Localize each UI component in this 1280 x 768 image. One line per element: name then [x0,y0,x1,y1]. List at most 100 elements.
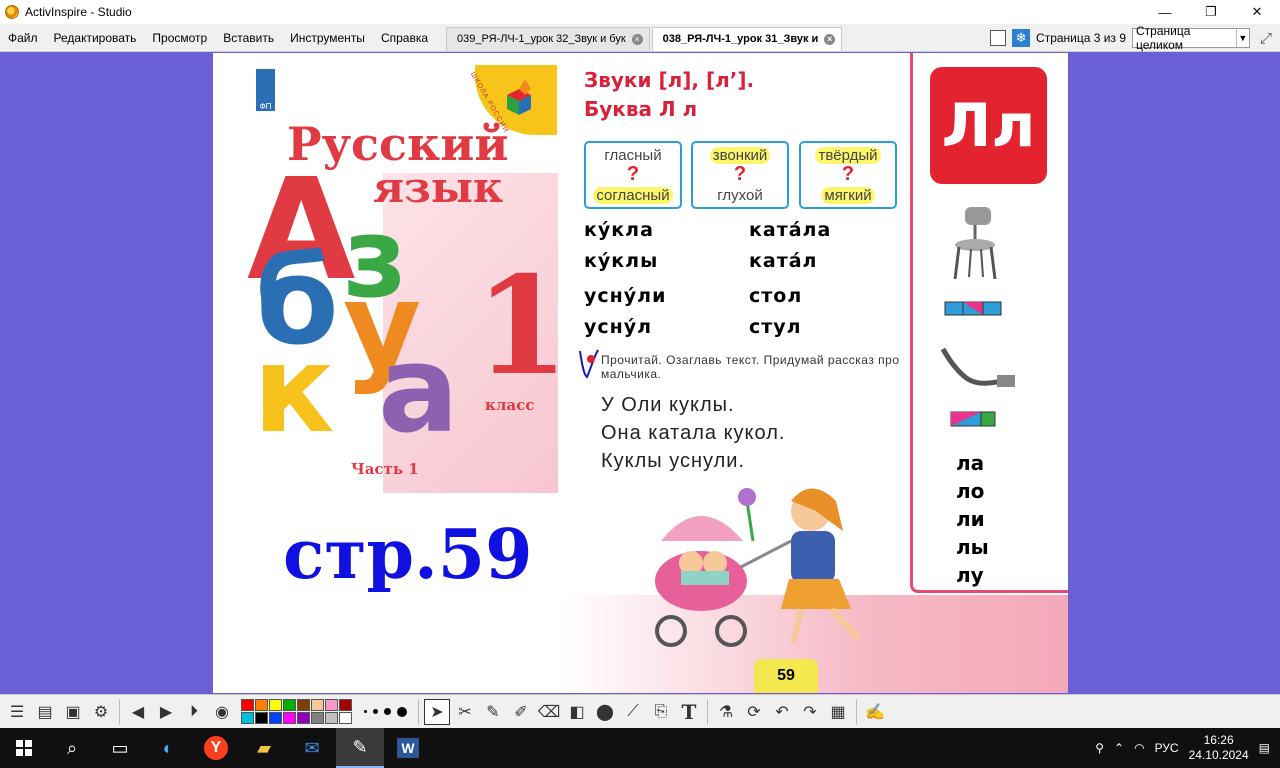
close-tab-icon[interactable]: × [631,33,643,45]
color-swatch[interactable] [339,699,352,711]
width-large-icon[interactable] [384,708,391,715]
highlighter-icon[interactable]: ✐ [508,699,534,725]
select-pointer-icon[interactable]: ➤ [424,698,450,725]
task-instruction: Прочитай. Озаглавь текст. Придумай расск… [601,353,900,381]
tab-label: 038_РЯ-ЛЧ-1_урок 31_Звук и [662,33,819,45]
close-tab-icon[interactable]: × [824,33,836,45]
tab-lesson-32[interactable]: 039_РЯ-ЛЧ-1_урок 32_Звук и бук × [446,26,650,51]
mail-icon[interactable]: ✉ [288,728,336,768]
desktop-annotate-icon[interactable]: ▣ [60,699,86,725]
color-swatch[interactable] [241,712,254,724]
chevron-up-icon[interactable]: ⌃ [1114,741,1124,755]
word-icon[interactable]: W [384,728,432,768]
tools-icon[interactable]: ✂ [452,699,478,725]
menu-view[interactable]: Просмотр [144,24,215,52]
zoom-select[interactable]: Страница целиком ▼ [1132,24,1250,52]
shape-icon[interactable]: ⬤ [592,699,618,725]
syllable: ла [956,451,985,475]
customize-toolbox-icon[interactable]: ✍ [862,699,888,725]
file-explorer-icon[interactable]: ▰ [240,728,288,768]
text-icon[interactable]: T [676,699,702,725]
previous-page-icon[interactable]: ◀ [125,699,151,725]
notifications-icon[interactable]: ▤ [1259,741,1270,755]
word: усну́л [584,316,653,338]
web-browser-icon[interactable]: ◉ [209,699,235,725]
connector-icon[interactable]: ⟋ [620,699,646,725]
main-toolbox: ☰ ▤ ▣ ⚙ ◀ ▶ ⏵ ◉ ➤ ✂ ✎ ✐ ⌫ ◧ ⬤ ⟋ ⎘ T ⚗ ⟳ … [0,694,1280,728]
color-swatch[interactable] [311,699,324,711]
edge-browser-icon[interactable]: ◐ [144,728,192,768]
syllable: лу [956,563,984,587]
flipchart-page[interactable]: ФП ШКОЛА РОССИИ Русский язык А з б у к а… [213,53,1068,693]
maximize-button[interactable]: ❐ [1188,0,1234,24]
browser-icon[interactable]: ▤ [32,699,58,725]
search-icon[interactable]: ⌕ [48,728,96,768]
wifi-icon[interactable]: ◠ [1134,741,1144,755]
play-icon[interactable]: ⏵ [181,699,207,725]
desktop-tools-icon[interactable]: ⚙ [88,699,114,725]
book-cover: ФП ШКОЛА РОССИИ Русский язык А з б у к а… [213,53,569,493]
page-properties-icon[interactable]: ▦ [825,699,851,725]
main-menu-icon[interactable]: ☰ [4,699,30,725]
word-list-right-1: ката́ла ката́л [749,215,831,277]
voiced-voiceless-box: звонкий ? глухой [691,141,789,209]
color-swatch[interactable] [269,712,282,724]
menu-help[interactable]: Справка [373,24,436,52]
next-page-icon[interactable]: ▶ [153,699,179,725]
eraser-icon[interactable]: ⌫ [536,699,562,725]
people-icon[interactable]: ⚲ [1095,741,1104,755]
grade-word: класс [485,396,535,414]
undo-icon[interactable]: ↶ [769,699,795,725]
letter-badge: Лл [930,67,1047,184]
color-swatch[interactable] [325,699,338,711]
color-swatch[interactable] [241,699,254,711]
lesson-title-line1: Звуки [л], [л’]. [584,68,755,92]
pen-width-selector[interactable] [364,706,407,717]
yandex-browser-icon[interactable]: Y [192,728,240,768]
clip-icon[interactable]: ⎘ [648,699,674,725]
main-menu: Файл Редактировать Просмотр Вставить Инс… [0,24,436,52]
clock[interactable]: 16:26 24.10.2024 [1189,733,1249,763]
fill-icon[interactable]: ◧ [564,699,590,725]
pen-icon[interactable]: ✎ [480,699,506,725]
minimize-button[interactable]: — [1142,0,1188,24]
color-swatch[interactable] [311,712,324,724]
toolbar-separator [119,698,120,725]
tab-lesson-31[interactable]: 038_РЯ-ЛЧ-1_урок 31_Звук и × [651,26,843,51]
page-reference[interactable]: стр.59 [283,515,532,595]
input-language[interactable]: РУС [1155,741,1179,755]
menu-file[interactable]: Файл [0,24,46,52]
page-browser-icon[interactable] [990,30,1007,46]
width-small-icon[interactable] [364,710,367,713]
word: ката́ла [749,219,832,241]
color-swatch[interactable] [255,712,268,724]
clear-icon[interactable]: ⚗ [713,699,739,725]
color-swatch[interactable] [283,699,296,711]
width-medium-icon[interactable] [373,709,378,714]
start-button[interactable] [0,728,48,768]
word-list-left-2: усну́ли усну́л [584,281,666,343]
color-swatch[interactable] [283,712,296,724]
menu-edit[interactable]: Редактировать [46,24,145,52]
color-swatch[interactable] [297,712,310,724]
fullscreen-icon[interactable]: ⤢ [1256,29,1276,47]
color-swatch[interactable] [339,712,352,724]
close-button[interactable]: ✕ [1234,0,1280,24]
color-swatch[interactable] [297,699,310,711]
color-swatch[interactable] [325,712,338,724]
task-view-icon[interactable]: ▭ [96,728,144,768]
color-swatch[interactable] [255,699,268,711]
snowflake-icon[interactable]: ❄ [1012,29,1031,47]
width-xlarge-icon[interactable] [397,706,407,717]
menu-insert[interactable]: Вставить [215,24,282,52]
hard-soft-box: твёрдый ? мягкий [799,141,897,209]
word-list-left-1: ку́кла ку́клы [584,215,658,277]
color-swatch[interactable] [269,699,282,711]
redo-icon[interactable]: ↷ [797,699,823,725]
system-tray: ⚲ ⌃ ◠ РУС 16:26 24.10.2024 ▤ [1095,728,1280,768]
pen-checkmark-icon [579,349,599,379]
word: ку́клы [584,250,659,272]
activinspire-taskbar-icon[interactable]: ✎ [336,728,384,768]
menu-tools[interactable]: Инструменты [282,24,373,52]
reset-page-icon[interactable]: ⟳ [741,699,767,725]
